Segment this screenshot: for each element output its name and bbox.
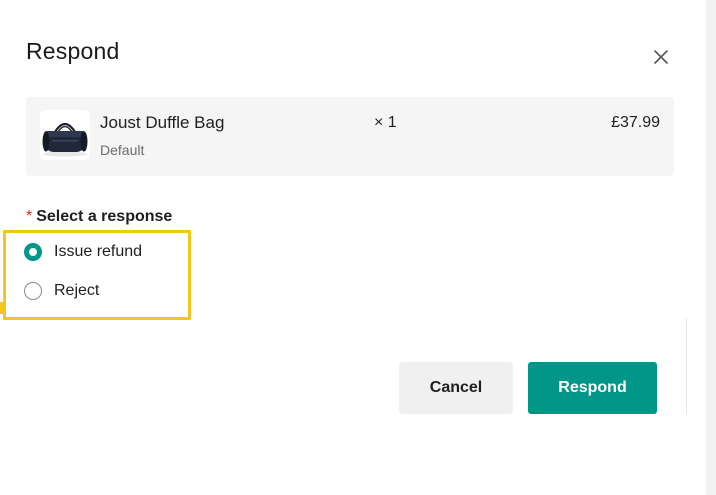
close-icon [654,50,668,64]
radio-label: Issue refund [54,243,143,260]
item-name: Joust Duffle Bag [100,113,225,132]
order-item-card: Joust Duffle Bag Default × 1 £37.99 [26,97,674,176]
radio-label: Reject [54,282,100,299]
cancel-button[interactable]: Cancel [399,362,513,414]
radio-reject[interactable]: Reject [24,282,99,300]
item-variant: Default [100,142,145,158]
scrollbar-track[interactable] [706,0,716,495]
item-price: £37.99 [611,114,660,131]
divider [686,318,687,414]
respond-dialog: Respond Joust Duffle Bag Default × 1 £37… [0,0,706,495]
radio-button-checked[interactable] [24,243,42,261]
respond-button[interactable]: Respond [528,362,657,414]
radio-button-unchecked[interactable] [24,282,42,300]
response-field-label: * Select a response [26,208,172,226]
duffle-bag-image [40,110,90,160]
item-quantity: × 1 [374,114,397,131]
page: Respond Joust Duffle Bag Default × 1 £37… [0,0,716,495]
dialog-title: Respond [26,38,120,64]
radio-issue-refund[interactable]: Issue refund [24,243,142,261]
required-marker: * [26,208,33,225]
highlight-pointer [0,302,5,314]
response-label-text: Select a response [36,208,173,225]
close-button[interactable] [650,46,672,68]
